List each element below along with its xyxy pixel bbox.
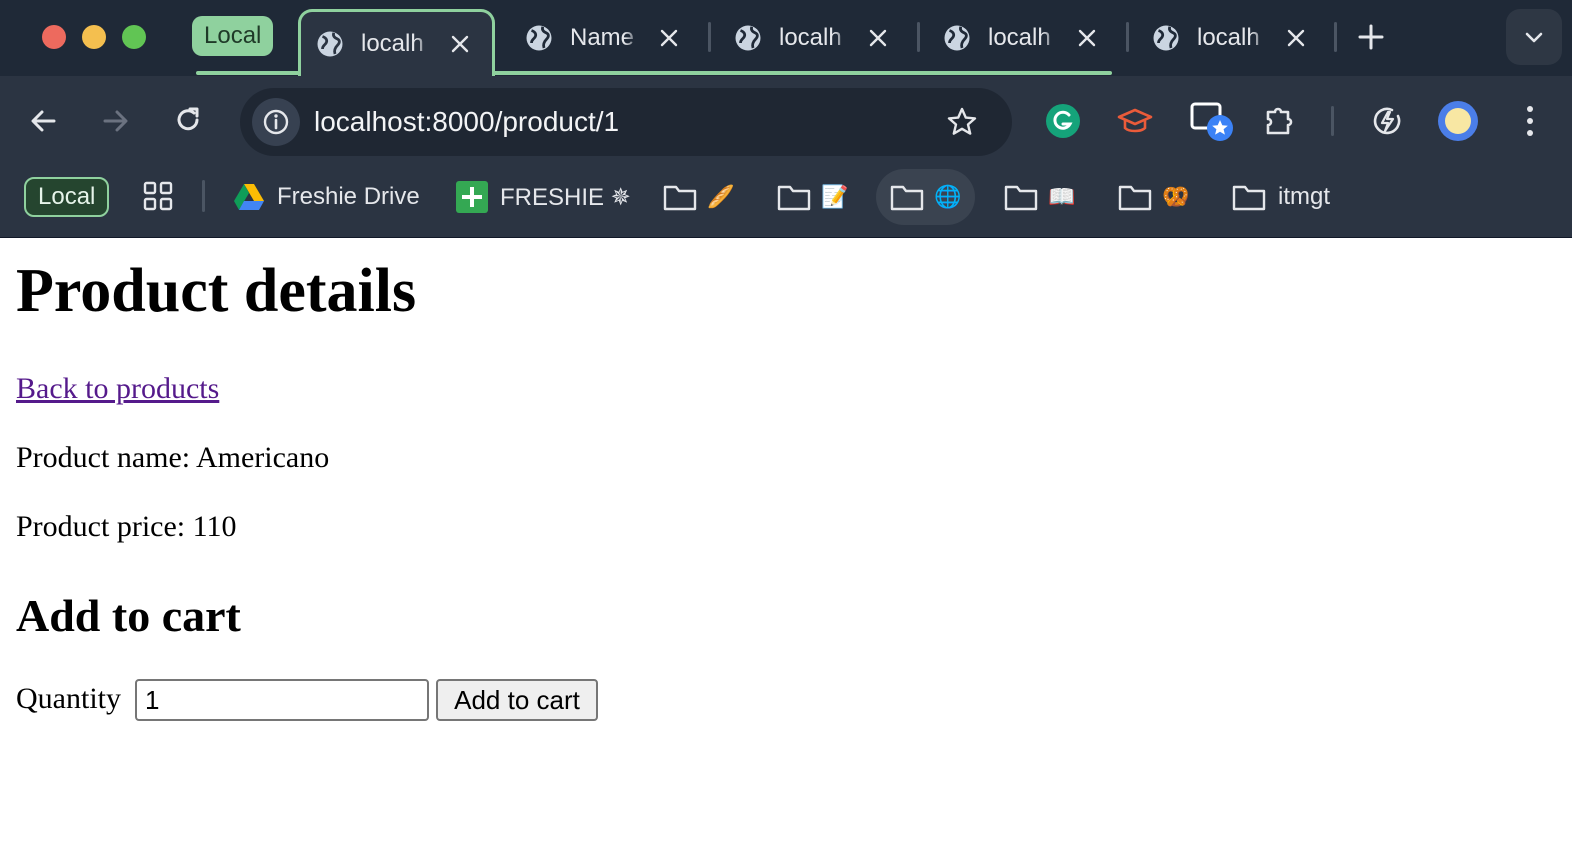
tab-title: localh [988,24,1051,51]
tab-separator [917,22,920,52]
tab-title: localh [779,24,842,51]
close-icon[interactable] [867,27,889,49]
bookmark-freshie[interactable]: FRESHIE ✵ [456,169,631,225]
bookmark-label: Freshie Drive [277,183,420,210]
chevron-down-icon [1525,32,1543,43]
tab-group-chip[interactable]: Local [192,16,274,56]
globe-icon [1153,25,1179,51]
new-tab-plus-icon[interactable] [1356,22,1386,52]
url-text[interactable]: localhost:8000/product/1 [314,88,619,156]
tab-strip: Local localh Name localh localh localh [0,0,1572,76]
bookmark-freshie-drive[interactable]: Freshie Drive [233,169,420,225]
green-plus-icon [456,181,488,213]
bookmark-folder-globe[interactable]: 🌐 [876,169,976,225]
product-name: Product name: Americano [16,441,330,474]
screen-star-extension-icon[interactable] [1190,98,1236,144]
bookmark-label: itmgt [1278,183,1331,210]
tab[interactable]: Name [524,12,680,64]
graduation-cap-extension-icon[interactable] [1116,102,1154,140]
folder-icon [890,185,924,211]
tab[interactable]: localh [733,12,889,64]
window-minimize-button[interactable] [82,25,106,49]
bookmark-folder-bread[interactable]: 🥖 [663,169,734,225]
bread-emoji: 🥖 [707,184,735,210]
back-to-products-link[interactable]: Back to products [16,372,219,406]
browser-toolbar: localhost:8000/product/1 [0,76,1572,166]
apps-grid-icon[interactable] [142,180,174,212]
back-arrow-icon[interactable] [26,103,62,139]
google-drive-icon [234,184,264,210]
tab-separator [708,22,711,52]
page-title: Product details [16,257,417,325]
tab-separator [1126,22,1129,52]
folder-icon [1004,185,1038,211]
folder-icon [1232,185,1266,211]
address-bar[interactable]: localhost:8000/product/1 [240,88,1012,156]
pretzel-emoji: 🥨 [1162,184,1190,210]
close-icon[interactable] [1285,27,1307,49]
bookmark-folder-pretzel[interactable]: 🥨 [1118,169,1189,225]
avatar-image [1445,108,1471,134]
puzzle-extensions-icon[interactable] [1262,102,1300,140]
reload-icon[interactable] [170,103,206,139]
bookmark-star-icon[interactable] [946,106,978,138]
bookmark-label: FRESHIE ✵ [500,183,631,211]
product-price: Product price: 110 [16,510,237,543]
close-icon[interactable] [658,27,680,49]
tab-title: Name [570,24,635,51]
bookmark-folder-book[interactable]: 📖 [1004,169,1075,225]
folder-icon [777,185,811,211]
profile-avatar[interactable] [1438,101,1478,141]
tab-separator [1334,22,1337,52]
globe-icon [944,25,970,51]
toolbar-separator [1331,106,1334,136]
add-to-cart-button[interactable]: Add to cart [436,679,598,721]
kebab-menu-icon[interactable] [1520,102,1540,140]
globe-icon [735,25,761,51]
forward-arrow-icon[interactable] [97,103,133,139]
bookmark-folder-itmgt[interactable]: itmgt [1232,169,1330,225]
tab-search-button[interactable] [1506,9,1562,65]
folder-icon [1118,185,1152,211]
tab-title: localh [361,30,424,57]
window-close-button[interactable] [42,25,66,49]
book-emoji: 📖 [1048,184,1076,210]
folder-icon [663,185,697,211]
page-content: Product details Back to products Product… [0,238,1572,858]
tab[interactable]: localh [942,12,1098,64]
memo-emoji: 📝 [821,184,849,210]
add-to-cart-heading: Add to cart [16,590,241,641]
globe-emoji: 🌐 [934,184,962,210]
bookmarks-bar: Local Freshie Drive FRESHIE ✵ 🥖 📝 🌐 📖 🥨 … [0,166,1572,238]
close-icon[interactable] [449,33,471,55]
tab[interactable]: localh [1151,12,1307,64]
close-icon[interactable] [1076,27,1098,49]
site-info-icon[interactable] [252,98,300,146]
bookmark-folder-memo[interactable]: 📝 [777,169,848,225]
bookmark-group-chip[interactable]: Local [24,177,110,217]
globe-icon [526,25,552,51]
globe-icon [317,31,343,57]
quantity-input[interactable] [135,679,429,721]
performance-bolt-icon[interactable] [1368,102,1406,140]
window-zoom-button[interactable] [122,25,146,49]
grammarly-extension-icon[interactable] [1044,102,1082,140]
quantity-label: Quantity [16,682,121,715]
bookmark-separator [202,180,205,212]
tab-active[interactable]: localh [298,9,495,76]
tab-title: localh [1197,24,1260,51]
